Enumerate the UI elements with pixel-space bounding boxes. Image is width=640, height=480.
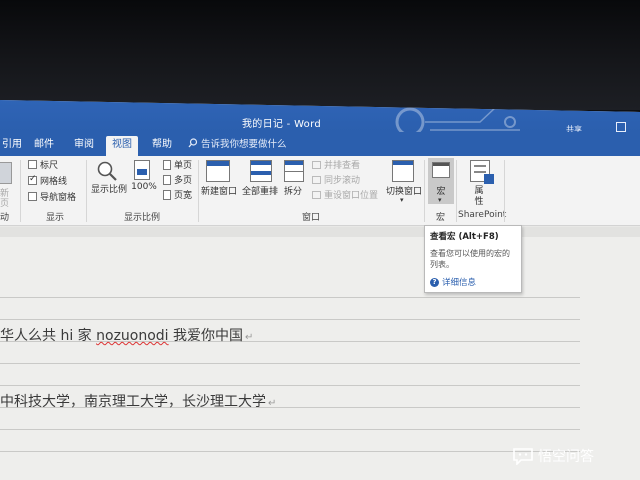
macros-group-label: 宏: [436, 213, 446, 223]
page-width-icon: [163, 189, 171, 200]
reset-position-label: 重设窗口位置: [324, 191, 379, 201]
watermark-text: 悟空问答: [538, 449, 594, 465]
tell-me-box[interactable]: 告诉我你想要做什么: [188, 136, 287, 150]
one-page-label: 单页: [174, 161, 193, 171]
tab-mailings[interactable]: 邮件: [28, 136, 60, 156]
separator: [86, 160, 87, 222]
zoom-button[interactable]: 显示比例: [89, 182, 129, 195]
hundred-percent-button[interactable]: 100%: [130, 182, 158, 192]
one-page-button[interactable]: 单页: [163, 158, 192, 171]
sync-scroll-button[interactable]: 同步滚动: [312, 173, 360, 186]
multi-page-icon: [163, 174, 171, 185]
one-page-icon: [163, 159, 171, 170]
gridlines-checkbox[interactable]: 网格线: [28, 174, 67, 187]
tooltip-more-info-link[interactable]: ? 详细信息: [430, 276, 516, 288]
window-title: 我的日记 - Word: [242, 119, 321, 130]
arrange-all-button[interactable]: 全部重排: [240, 184, 280, 197]
nav-pane-label: 导航窗格: [40, 193, 77, 203]
multi-page-button[interactable]: 多页: [163, 173, 192, 186]
chat-bubble-icon: [513, 448, 533, 465]
gridline: [0, 385, 580, 386]
new-window-icon[interactable]: [206, 160, 230, 182]
ribbon-tabs: 引用 邮件 审阅 视图 帮助: [0, 132, 640, 156]
ribbon: 新 页 动 标尺 网格线 导航窗格 显示 显示比例 100%: [0, 156, 640, 226]
tooltip-title: 查看宏 (Alt+F8): [430, 232, 499, 242]
paragraph-mark-icon: ↵: [268, 398, 277, 409]
macros-tooltip: 查看宏 (Alt+F8) 查看您可以使用的宏的列表。 ? 详细信息: [424, 225, 522, 293]
gridline: [0, 297, 580, 298]
line-1-misspelled[interactable]: nozuonodi: [96, 328, 168, 344]
sync-scroll-icon: [312, 175, 321, 184]
gridline: [0, 429, 580, 430]
arrange-all-icon[interactable]: [250, 160, 272, 182]
line-1-text-before: 华人么共 hi 家: [0, 328, 97, 344]
tooltip-description: 查看您可以使用的宏的列表。: [430, 249, 510, 269]
ruler-label: 标尺: [40, 161, 59, 171]
switch-window-icon[interactable]: [392, 160, 414, 182]
ruler: [0, 227, 640, 237]
side-by-side-label: 并排查看: [324, 161, 361, 171]
gridline: [0, 451, 580, 452]
document-line-1[interactable]: 华人么共 hi 家 nozuonodi 我爱你中国 ↵: [0, 325, 253, 345]
ruler-checkbox[interactable]: 标尺: [28, 158, 58, 171]
search-icon: [188, 138, 198, 148]
macros-dropdown-icon[interactable]: ▾: [438, 196, 442, 204]
page-width-label: 页宽: [174, 191, 193, 201]
show-group-label: 显示: [46, 213, 65, 223]
macros-icon[interactable]: [432, 162, 450, 178]
help-icon: ?: [430, 277, 439, 287]
gridline: [0, 363, 580, 364]
zoom-group-label: 显示比例: [124, 213, 161, 223]
side-by-side-button[interactable]: 并排查看: [312, 158, 360, 171]
new-window-button[interactable]: 新建窗口: [200, 184, 238, 197]
separator: [456, 160, 457, 222]
properties-icon[interactable]: [470, 160, 494, 184]
separator: [198, 160, 199, 222]
restore-icon[interactable]: [616, 122, 626, 132]
gridlines-check[interactable]: [28, 174, 37, 185]
separator: [20, 160, 21, 222]
line-2-text-before: 中科技大学，南京理工大学，长沙理工大学: [0, 394, 266, 410]
window-group-label: 窗口: [302, 213, 321, 223]
sharepoint-group-label: SharePoint: [458, 210, 507, 220]
separator: [504, 160, 505, 222]
word-window: 我的日记 - Word 共享 引用 邮件 审阅 视图 帮助 告诉我你想要做什么 …: [0, 100, 640, 480]
page-width-button[interactable]: 页宽: [163, 188, 192, 201]
switch-window-dropdown-icon[interactable]: ▾: [400, 196, 404, 204]
zoom-icon[interactable]: [96, 160, 118, 182]
sync-scroll-label: 同步滚动: [324, 176, 361, 186]
reset-position-button[interactable]: 重设窗口位置: [312, 188, 378, 201]
reset-position-icon: [312, 190, 321, 199]
paragraph-mark-icon: ↵: [245, 332, 254, 343]
gridlines-label: 网格线: [40, 177, 68, 187]
multi-page-label: 多页: [174, 176, 193, 186]
document-area[interactable]: 华人么共 hi 家 nozuonodi 我爱你中国 ↵ 中科技大学，南京理工大学，…: [0, 227, 640, 480]
side-by-side-icon: [312, 160, 321, 169]
hundred-percent-icon[interactable]: [134, 160, 150, 180]
line-1-text-after: 我爱你中国: [168, 328, 244, 344]
nav-pane-checkbox[interactable]: 导航窗格: [28, 190, 76, 203]
tab-view[interactable]: 视图: [106, 136, 138, 156]
views-item2: 页: [0, 199, 10, 209]
monitor-bezel: [0, 0, 640, 110]
split-button[interactable]: 拆分: [282, 184, 304, 197]
views-group-label: 动: [0, 213, 10, 223]
gridline: [0, 319, 580, 320]
tooltip-link-label: 详细信息: [442, 278, 477, 288]
split-icon[interactable]: [284, 160, 304, 182]
separator: [424, 160, 425, 222]
tell-me-text: 告诉我你想要做什么: [201, 139, 287, 150]
views-icon[interactable]: [0, 162, 12, 184]
tab-help[interactable]: 帮助: [146, 136, 178, 156]
tab-review[interactable]: 审阅: [68, 136, 100, 156]
tab-references[interactable]: 引用: [0, 136, 28, 156]
watermark: 悟空问答: [512, 446, 594, 466]
document-line-2[interactable]: 中科技大学，南京理工大学，长沙理工大学 ↵: [0, 391, 276, 411]
properties-button[interactable]: 属 性: [468, 186, 490, 208]
ruler-check[interactable]: [28, 160, 37, 169]
switch-window-button[interactable]: 切换窗口: [384, 184, 424, 197]
nav-pane-check[interactable]: [28, 192, 37, 201]
